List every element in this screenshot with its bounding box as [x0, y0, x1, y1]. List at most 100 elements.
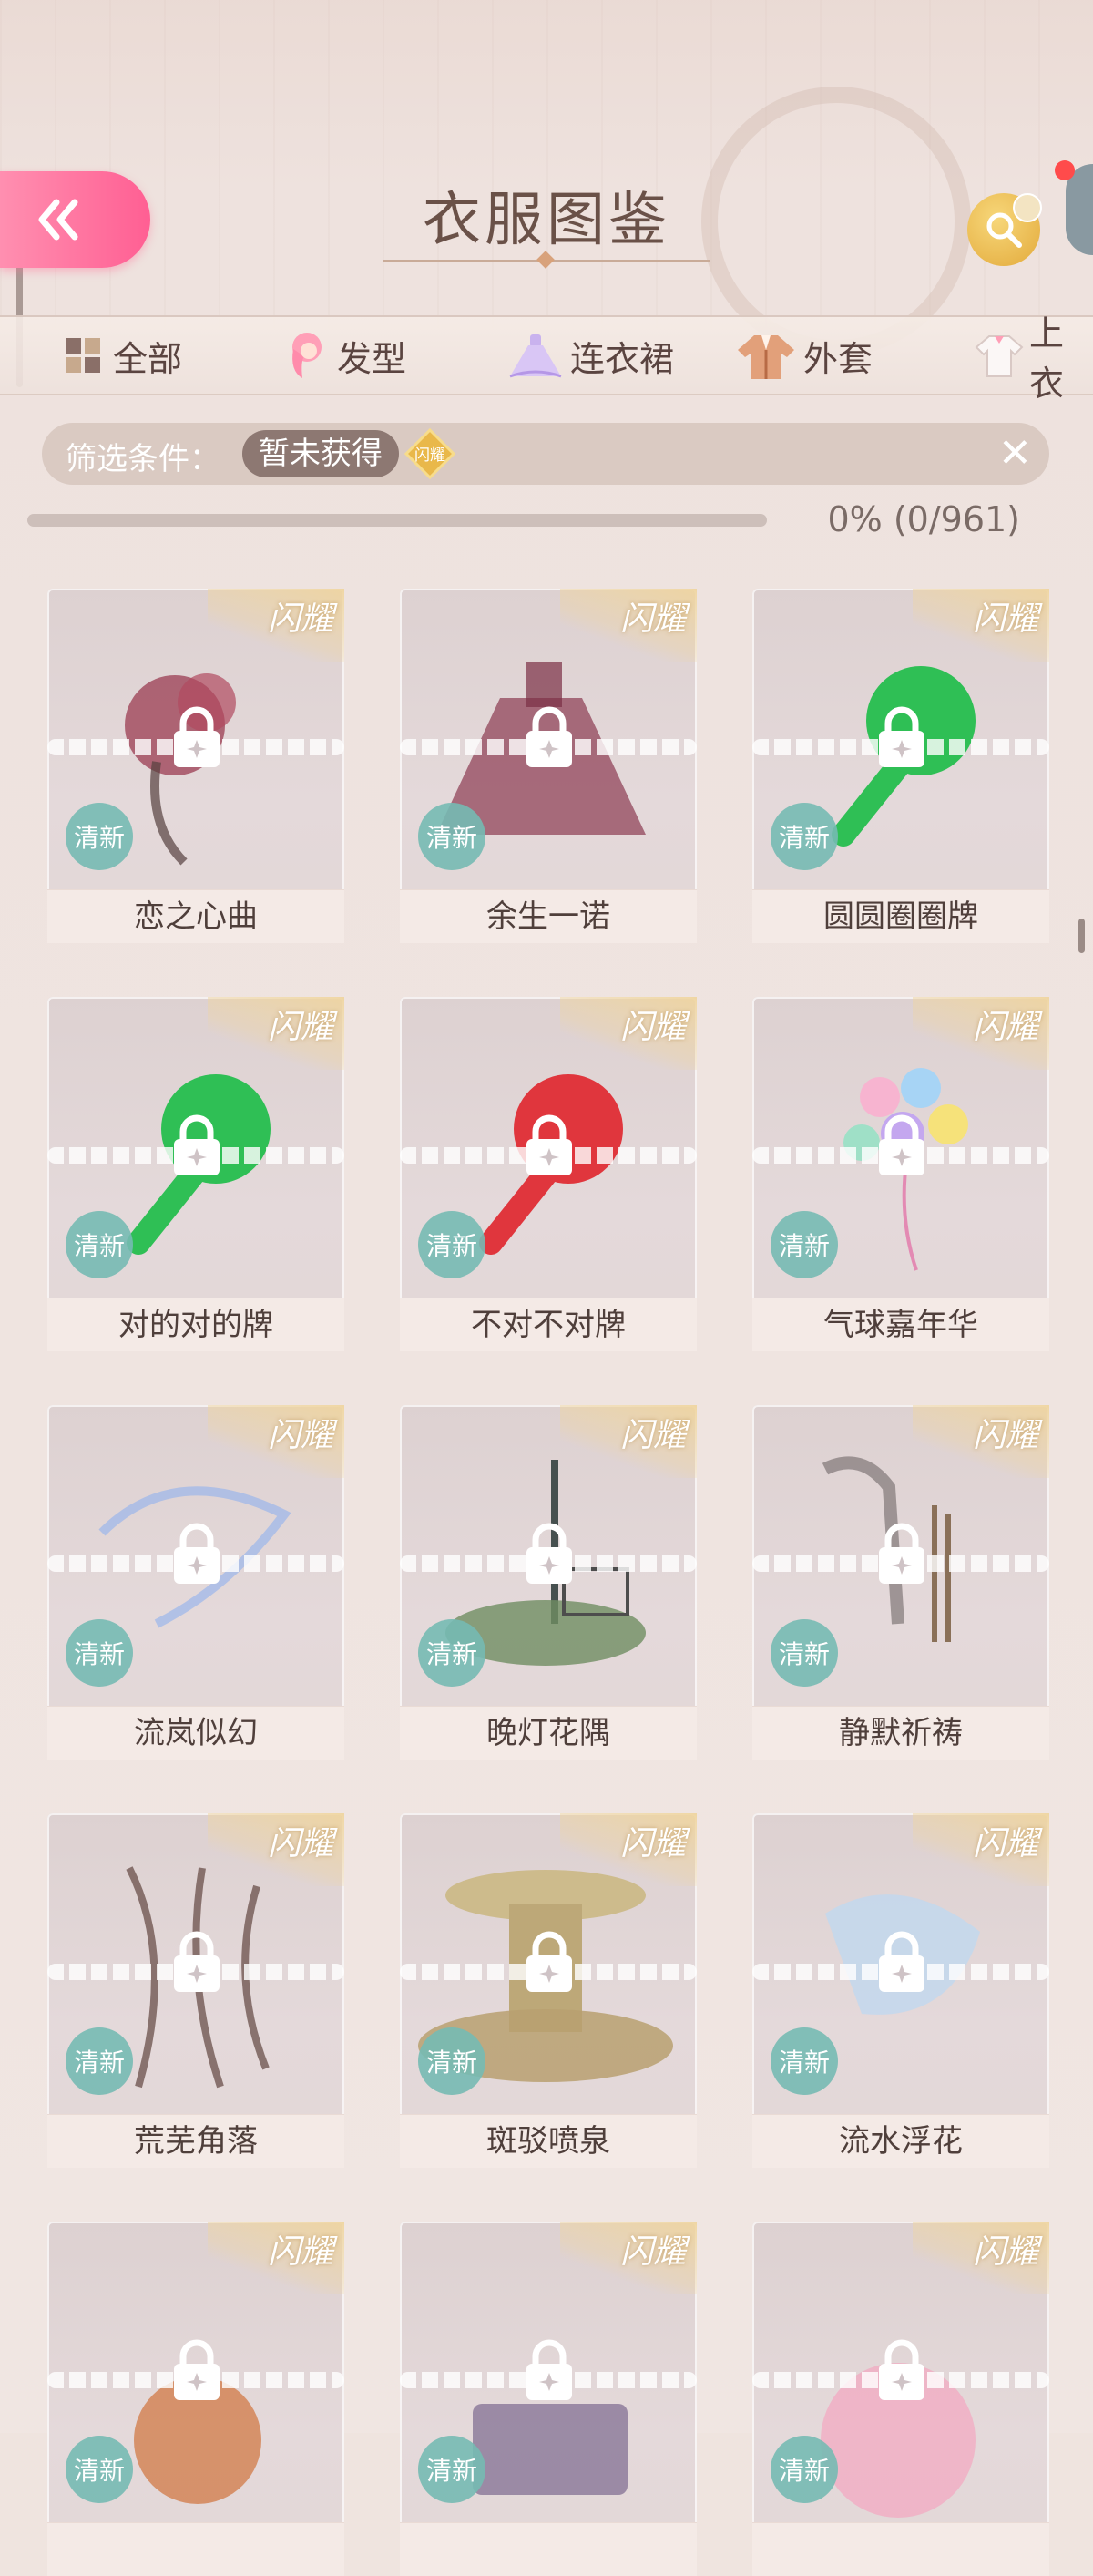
ribbon-text: 闪耀	[619, 600, 686, 638]
item-card[interactable]: 闪耀清新气球嘉年华	[752, 997, 1049, 1351]
coat-icon	[734, 331, 798, 380]
item-name: 晚灯花隅	[400, 1706, 697, 1760]
item-card[interactable]: 闪耀 清新	[752, 2222, 1049, 2576]
style-badge: 清新	[66, 1211, 133, 1278]
item-card[interactable]: 闪耀清新晚灯花隅	[400, 1405, 697, 1760]
dress-icon	[506, 331, 565, 380]
shine-ribbon: 闪耀	[560, 1405, 697, 1478]
lock-icon	[170, 705, 223, 773]
ribbon-text: 闪耀	[267, 1825, 333, 1863]
item-card[interactable]: 闪耀清新不对不对牌	[400, 997, 697, 1351]
ribbon-text: 闪耀	[972, 1417, 1038, 1454]
item-card[interactable]: 闪耀清新余生一诺	[400, 589, 697, 943]
tab-label: 全部	[113, 338, 183, 379]
filter-bar: 筛选条件： 暂未获得 闪耀 ✕	[42, 423, 1049, 485]
shine-ribbon: 闪耀	[913, 1813, 1049, 1886]
tab-label: 上衣	[1029, 313, 1065, 404]
item-name: 圆圆圈圈牌	[752, 889, 1049, 943]
tab-hairstyle[interactable]: 发型	[282, 317, 406, 394]
ribbon-text: 闪耀	[619, 1417, 686, 1454]
item-card[interactable]: 闪耀清新静默祈祷	[752, 1405, 1049, 1760]
item-card[interactable]: 闪耀清新流水浮花	[752, 1813, 1049, 2168]
shine-ribbon: 闪耀	[208, 1813, 344, 1886]
category-tabs: 全部 发型 连衣裙 外套 上衣	[0, 313, 1093, 404]
style-badge: 清新	[418, 1619, 485, 1687]
check-icon	[1013, 193, 1042, 222]
style-badge: 清新	[66, 803, 133, 870]
lock-icon	[170, 1114, 223, 1181]
shine-ribbon: 闪耀	[208, 1405, 344, 1478]
item-card[interactable]: 闪耀 清新 斑驳喷泉	[400, 1813, 697, 2168]
lock-icon	[170, 2338, 223, 2406]
item-name: 气球嘉年华	[752, 1298, 1049, 1351]
shine-ribbon: 闪耀	[208, 997, 344, 1070]
style-badge: 清新	[66, 1619, 133, 1687]
lock-icon	[875, 705, 928, 773]
ribbon-text: 闪耀	[267, 600, 333, 638]
item-name: 对的对的牌	[47, 1298, 344, 1351]
item-card[interactable]: 闪耀 清新	[47, 2222, 344, 2576]
tab-label: 外套	[803, 338, 873, 379]
ribbon-text: 闪耀	[972, 2233, 1038, 2271]
item-name: 流水浮花	[752, 2114, 1049, 2168]
ribbon-text: 闪耀	[267, 1417, 333, 1454]
item-name: 静默祈祷	[752, 1706, 1049, 1760]
shine-badge-text: 闪耀	[414, 446, 445, 465]
hairstyle-icon	[282, 331, 332, 380]
ribbon-text: 闪耀	[972, 600, 1038, 638]
item-card[interactable]: 闪耀清新对的对的牌	[47, 997, 344, 1351]
style-badge: 清新	[771, 1619, 838, 1687]
scrollbar[interactable]	[1078, 919, 1085, 953]
close-icon[interactable]: ✕	[998, 434, 1032, 474]
item-name: 恋之心曲	[47, 889, 344, 943]
ribbon-text: 闪耀	[619, 1825, 686, 1863]
tab-all[interactable]: 全部	[58, 317, 182, 394]
style-badge: 清新	[66, 2436, 133, 2503]
style-badge: 清新	[418, 803, 485, 870]
style-badge: 清新	[418, 1211, 485, 1278]
shine-rarity-badge[interactable]: 闪耀	[403, 427, 456, 480]
item-name	[752, 2522, 1049, 2576]
collection-progress-bar	[27, 514, 767, 527]
item-card[interactable]: 闪耀清新	[400, 2222, 697, 2576]
lock-icon	[523, 1930, 576, 1997]
shine-ribbon: 闪耀	[560, 997, 697, 1070]
style-badge: 清新	[418, 2436, 485, 2503]
item-card[interactable]: 闪耀清新恋之心曲	[47, 589, 344, 943]
item-name: 不对不对牌	[400, 1298, 697, 1351]
style-badge: 清新	[771, 2027, 838, 2095]
lock-icon	[170, 1930, 223, 1997]
item-card[interactable]: 闪耀清新圆圆圈圈牌	[752, 589, 1049, 943]
ribbon-text: 闪耀	[972, 1825, 1038, 1863]
notification-dot	[1055, 160, 1075, 180]
item-name	[400, 2522, 697, 2576]
shine-ribbon: 闪耀	[560, 1813, 697, 1886]
ribbon-text: 闪耀	[972, 1009, 1038, 1046]
page-title: 衣服图鉴	[423, 187, 670, 254]
shine-ribbon: 闪耀	[560, 2222, 697, 2294]
lock-icon	[875, 2338, 928, 2406]
item-name: 余生一诺	[400, 889, 697, 943]
tab-coat[interactable]: 外套	[734, 317, 873, 394]
item-card[interactable]: 闪耀 清新 荒芜角落	[47, 1813, 344, 2168]
style-badge: 清新	[771, 803, 838, 870]
shine-ribbon: 闪耀	[560, 589, 697, 662]
ribbon-text: 闪耀	[619, 2233, 686, 2271]
lock-icon	[523, 2338, 576, 2406]
tab-dress[interactable]: 连衣裙	[506, 317, 674, 394]
shine-ribbon: 闪耀	[913, 2222, 1049, 2294]
filter-chip-unobtained[interactable]: 暂未获得	[242, 430, 399, 477]
item-name: 荒芜角落	[47, 2114, 344, 2168]
filter-label: 筛选条件：	[66, 441, 220, 477]
item-name: 斑驳喷泉	[400, 2114, 697, 2168]
tab-top[interactable]: 上衣	[975, 313, 1093, 404]
top-icon	[975, 331, 1024, 380]
item-name: 流岚似幻	[47, 1706, 344, 1760]
lock-icon	[875, 1930, 928, 1997]
shine-ribbon: 闪耀	[913, 589, 1049, 662]
item-card[interactable]: 闪耀清新流岚似幻	[47, 1405, 344, 1760]
style-badge: 清新	[771, 1211, 838, 1278]
title-decoration	[383, 260, 710, 262]
lock-icon	[170, 1522, 223, 1589]
ribbon-text: 闪耀	[619, 1009, 686, 1046]
